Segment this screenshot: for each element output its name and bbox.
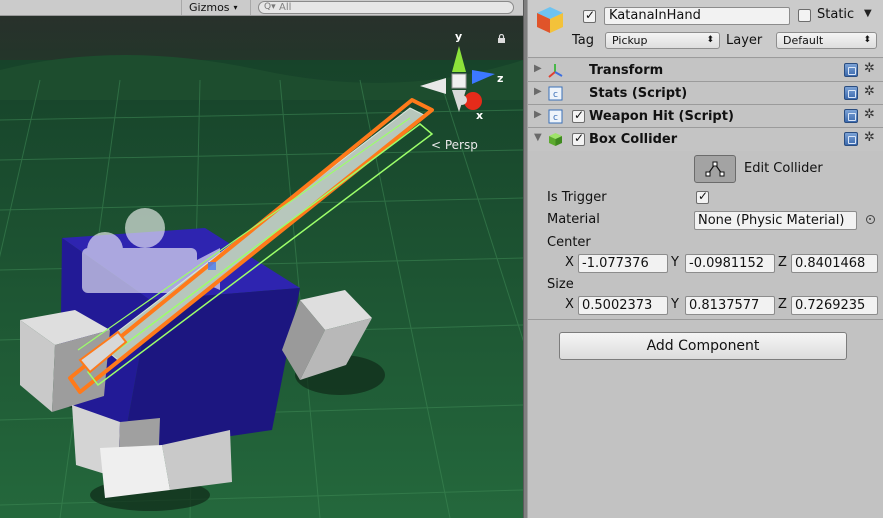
tag-label: Tag	[572, 33, 595, 48]
search-icon[interactable]: Q▾	[264, 2, 276, 13]
edit-collider-icon	[705, 161, 725, 177]
perspective-toggle[interactable]: < Persp	[431, 138, 478, 152]
gear-icon[interactable]: ✲	[864, 107, 875, 122]
scene-search-placeholder: All	[279, 2, 292, 13]
weapon-hit-fold-icon[interactable]: ▶	[534, 109, 542, 120]
tag-dropdown[interactable]: Pickup ⬍	[605, 32, 720, 49]
gizmo-z-label: z	[497, 72, 504, 85]
transform-fold-icon[interactable]: ▶	[534, 63, 542, 74]
check-icon: ✓	[698, 189, 709, 203]
center-x-field[interactable]: -1.077376	[578, 254, 668, 273]
script-icon: c	[548, 86, 563, 101]
add-component-button[interactable]: Add Component	[559, 332, 847, 360]
inspector-panel: ✓ KatanaInHand Static ▼ Tag Pickup ⬍ Lay…	[528, 0, 883, 518]
center-x-label: X	[565, 255, 574, 270]
component-separator	[528, 319, 883, 320]
size-z-field[interactable]: 0.7269235	[791, 296, 878, 315]
gameobject-cube-icon	[537, 7, 563, 33]
gizmo-x-label: x	[476, 109, 484, 122]
box-collider-enabled-checkbox[interactable]: ✓	[572, 131, 585, 146]
scene-viewport[interactable]	[0, 0, 523, 518]
transform-icon	[548, 64, 563, 78]
component-title: Stats (Script)	[589, 86, 688, 101]
scene-search-input[interactable]: Q▾ All	[258, 1, 514, 14]
material-field[interactable]: None (Physic Material)	[694, 211, 857, 230]
gizmo-center	[451, 73, 467, 89]
svg-text:c: c	[553, 113, 558, 123]
gameobject-header: ✓ KatanaInHand Static ▼ Tag Pickup ⬍ Lay…	[528, 0, 883, 58]
help-book-icon[interactable]	[844, 132, 858, 146]
gizmo-neg-z-cone	[457, 95, 467, 105]
center-z-label: Z	[778, 255, 787, 270]
size-y-label: Y	[671, 297, 679, 312]
active-checkbox[interactable]: ✓	[583, 8, 596, 23]
gear-icon[interactable]: ✲	[864, 130, 875, 145]
gizmos-caret-icon: ▾	[233, 3, 238, 12]
help-book-icon[interactable]	[844, 63, 858, 77]
help-book-icon[interactable]	[844, 86, 858, 100]
component-stats-header[interactable]: ▶ c Stats (Script) ✲	[528, 82, 883, 105]
layer-label: Layer	[726, 33, 763, 48]
tag-arrows-icon: ⬍	[706, 35, 714, 45]
size-x-field[interactable]: 0.5002373	[578, 296, 668, 315]
katana-hilt-marker	[208, 262, 216, 270]
stats-fold-icon[interactable]: ▶	[534, 86, 542, 97]
layer-arrows-icon: ⬍	[863, 35, 871, 45]
center-y-field[interactable]: -0.0981152	[685, 254, 775, 273]
size-z-label: Z	[778, 297, 787, 312]
scene-toolbar: Gizmos ▾ Q▾ All	[0, 0, 523, 16]
lock-icon[interactable]	[497, 34, 506, 43]
component-weapon-hit-header[interactable]: ▶ c ✓ Weapon Hit (Script) ✲	[528, 105, 883, 128]
check-icon: ✓	[574, 131, 585, 145]
static-dropdown-caret-icon[interactable]: ▼	[864, 8, 872, 19]
edit-collider-button[interactable]	[694, 155, 736, 183]
is-trigger-label: Is Trigger	[547, 190, 607, 205]
component-title: Transform	[589, 63, 664, 78]
edit-collider-label: Edit Collider	[744, 161, 823, 176]
is-trigger-checkbox[interactable]: ✓	[696, 189, 709, 204]
object-picker-icon[interactable]	[866, 215, 875, 224]
gear-icon[interactable]: ✲	[864, 84, 875, 99]
component-transform-header[interactable]: ▶ Transform ✲	[528, 59, 883, 82]
weapon-hit-enabled-checkbox[interactable]: ✓	[572, 108, 585, 123]
gear-icon[interactable]: ✲	[864, 61, 875, 76]
size-x-label: X	[565, 297, 574, 312]
gizmos-dropdown[interactable]: Gizmos ▾	[181, 0, 251, 15]
static-label: Static	[817, 7, 855, 22]
gizmos-label: Gizmos	[189, 1, 230, 14]
gizmo-y-label: y	[455, 30, 463, 43]
help-book-icon[interactable]	[844, 109, 858, 123]
static-checkbox[interactable]	[798, 9, 811, 22]
center-label: Center	[547, 235, 591, 250]
box-collider-icon	[549, 133, 562, 146]
check-icon: ✓	[574, 108, 585, 122]
component-title: Box Collider	[589, 132, 678, 147]
center-y-label: Y	[671, 255, 679, 270]
active-check-icon: ✓	[585, 8, 596, 22]
leg-right-side	[100, 445, 170, 498]
component-title: Weapon Hit (Script)	[589, 109, 734, 124]
size-y-field[interactable]: 0.8137577	[685, 296, 775, 315]
scene-view[interactable]: Gizmos ▾ Q▾ All y z x < Persp	[0, 0, 523, 518]
size-label: Size	[547, 277, 574, 292]
object-name-field[interactable]: KatanaInHand	[604, 7, 790, 25]
tag-value: Pickup	[612, 34, 648, 47]
layer-value: Default	[783, 34, 824, 47]
material-label: Material	[547, 212, 600, 227]
center-z-field[interactable]: 0.8401468	[791, 254, 878, 273]
script-icon: c	[548, 109, 563, 124]
layer-dropdown[interactable]: Default ⬍	[776, 32, 877, 49]
svg-text:c: c	[553, 90, 558, 100]
box-collider-fold-icon[interactable]: ▼	[534, 132, 542, 143]
component-box-collider-header[interactable]: ▼ ✓ Box Collider ✲	[528, 128, 883, 151]
